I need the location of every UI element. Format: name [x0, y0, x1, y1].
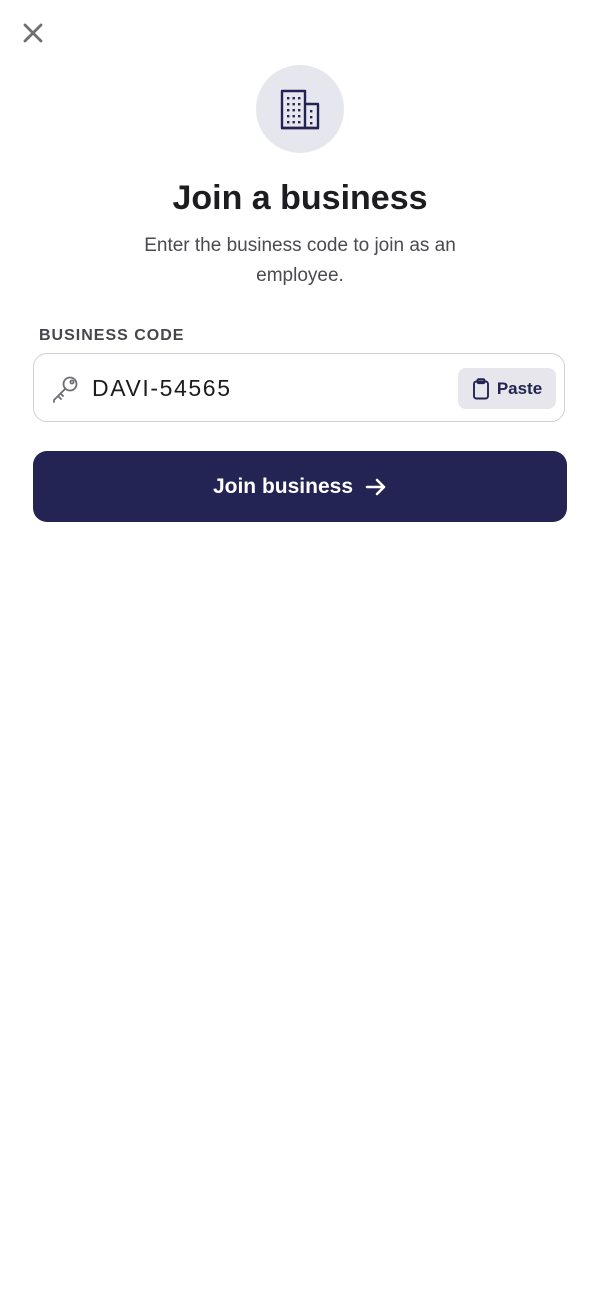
arrow-right-icon [365, 478, 386, 495]
key-icon [53, 376, 78, 403]
join-business-label: Join business [212, 474, 354, 498]
join-business-button[interactable]: Join business [33, 451, 567, 522]
paste-label: Paste [496, 378, 543, 398]
clipboard-icon [472, 377, 489, 399]
close-icon [23, 23, 43, 43]
business-code-value: DAVI-54565 [92, 375, 232, 401]
close-button[interactable] [16, 16, 50, 50]
business-code-input[interactable]: DAVI-54565 Paste [33, 353, 565, 422]
page-title: Join a business [172, 179, 428, 217]
business-code-label: BUSINESS CODE [39, 327, 185, 344]
building-icon [280, 89, 320, 130]
paste-button[interactable]: Paste [458, 368, 556, 409]
page-subtitle: Enter the business code to join as an em… [144, 235, 456, 286]
business-icon-badge [256, 65, 344, 153]
